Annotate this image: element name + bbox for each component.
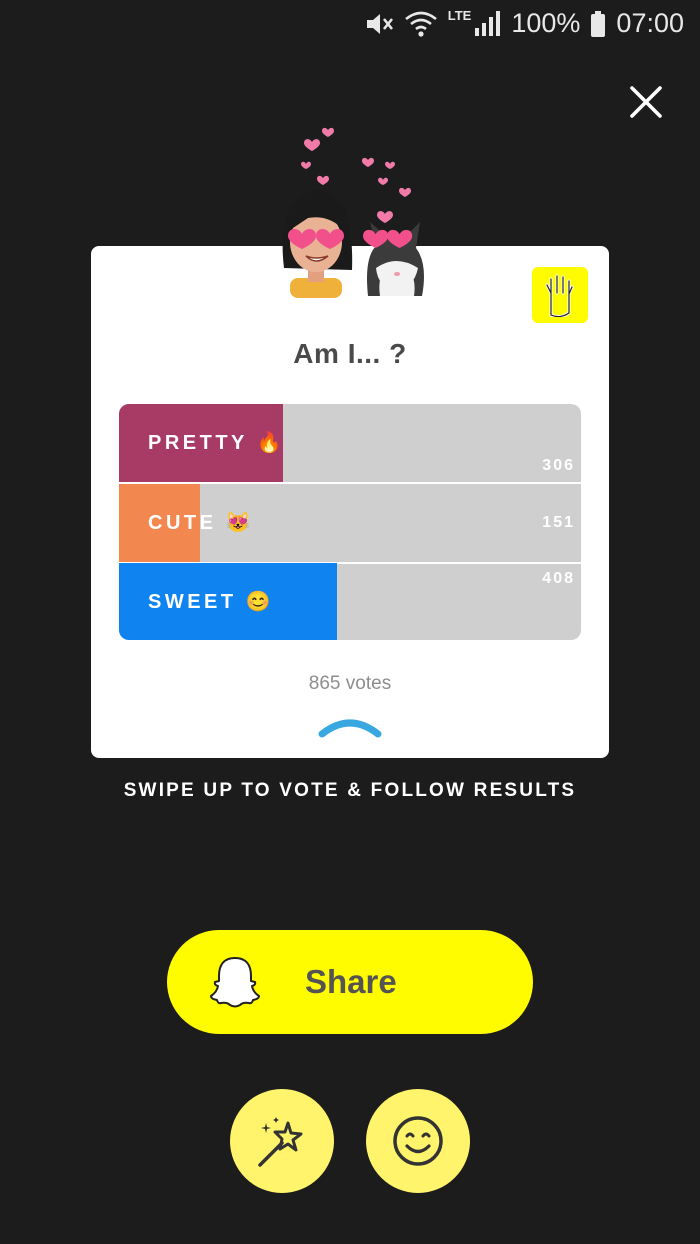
share-button[interactable]: Share [167,930,533,1034]
poll-question: Am I... ? [293,338,407,369]
lte-signal-icon: LTE [447,7,502,38]
option-label: CUTE 😻 [148,512,254,534]
smiley-icon [393,1116,443,1166]
option-count: 151 [542,514,575,531]
mute-icon [364,10,394,38]
share-label: Share [305,963,397,1000]
battery-icon [590,10,606,38]
swipe-up-button[interactable] [318,714,382,738]
chevron-up-icon [318,719,382,738]
swipe-hint: SWIPE UP TO VOTE & FOLLOW RESULTS [123,780,577,801]
network-type: LTE [447,7,472,23]
poll-option-sweet[interactable]: SWEET 😊 408 [119,563,581,640]
close-icon [630,86,662,118]
close-button[interactable] [626,82,666,122]
option-count: 408 [542,570,575,587]
poll-option-pretty[interactable]: PRETTY 🔥 306 [119,404,581,482]
bitmoji-sticker [282,127,424,298]
option-label: SWEET 😊 [148,591,275,613]
cat-avatar [363,222,424,296]
wifi-icon [404,10,438,38]
raised-hand-badge [532,267,588,323]
poll-options: PRETTY 🔥 306 CUTE 😻 151 SWEET 😊 408 [119,404,581,640]
poll-card[interactable]: Am I... ? PRETTY 🔥 306 CUTE 😻 151 SWEET … [91,246,609,758]
girl-avatar [282,190,353,298]
status-bar: LTE 100% 07:00 [0,0,700,48]
option-count: 306 [542,457,575,474]
battery-percent: 100% [511,8,581,38]
poll-option-cute[interactable]: CUTE 😻 151 [119,484,581,562]
ghost-icon [210,957,260,1008]
clock: 07:00 [616,8,684,38]
raised-hand-icon [545,274,574,317]
emoji-button[interactable] [366,1089,470,1193]
vote-count: 865 votes [308,673,392,694]
option-label: PRETTY 🔥 [148,432,285,454]
magic-wand-icon [258,1117,303,1167]
magic-wand-button[interactable] [230,1089,334,1193]
